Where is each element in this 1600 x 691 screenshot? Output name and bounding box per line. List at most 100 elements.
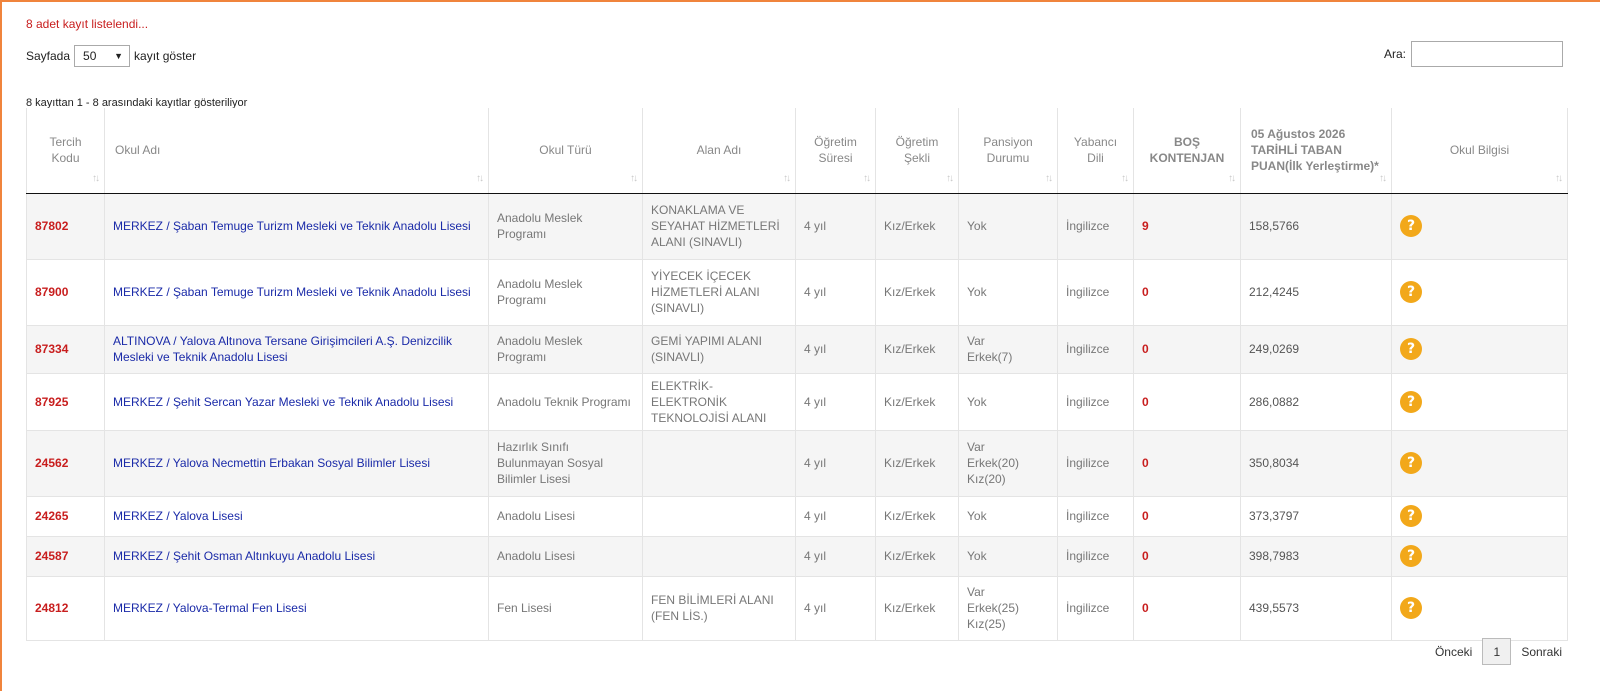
status-message: 8 adet kayıt listelendi... (26, 17, 149, 31)
cell-alan-adi: GEMİ YAPIMI ALANI (SINAVLI) (642, 325, 796, 374)
cell-okul-adi[interactable]: ALTINOVA / Yalova Altınova Tersane Giriş… (104, 325, 489, 374)
cell-yabanci-dili: İngilizce (1057, 536, 1134, 577)
cell-tercih-kodu: 24265 (26, 496, 105, 537)
cell-bos-kontenjan: 9 (1133, 193, 1241, 260)
col-header-pansiyon-durumu[interactable]: Pansiyon Durumu ↑↓ (958, 108, 1058, 194)
length-prefix: Sayfada (26, 49, 71, 63)
cell-pansiyon-durumu: Var Erkek(20) Kız(20) (958, 430, 1058, 497)
cell-taban-puan: 286,0882 (1240, 373, 1392, 431)
cell-taban-puan: 373,3797 (1240, 496, 1392, 537)
sort-icon: ↑↓ (1228, 172, 1236, 184)
cell-alan-adi (642, 536, 796, 577)
cell-okul-turu: Anadolu Lisesi (488, 496, 643, 537)
cell-okul-bilgisi: ? (1391, 576, 1568, 641)
col-header-alan-adi[interactable]: Alan Adı ↑↓ (642, 108, 796, 194)
cell-taban-puan: 398,7983 (1240, 536, 1392, 577)
col-header-tercih-kodu[interactable]: Tercih Kodu ↑↓ (26, 108, 105, 194)
question-circle-icon[interactable]: ? (1400, 390, 1422, 413)
sort-icon: ↑↓ (1379, 172, 1387, 184)
cell-ogretim-sekli: Kız/Erkek (875, 430, 959, 497)
cell-ogretim-sekli: Kız/Erkek (875, 325, 959, 374)
pager-next-button[interactable]: Sonraki (1521, 645, 1562, 659)
cell-pansiyon-durumu: Yok (958, 259, 1058, 326)
cell-ogretim-suresi: 4 yıl (795, 259, 876, 326)
cell-okul-adi[interactable]: MERKEZ / Yalova Lisesi (104, 496, 489, 537)
cell-yabanci-dili: İngilizce (1057, 259, 1134, 326)
question-circle-icon[interactable]: ? (1400, 338, 1422, 360)
cell-ogretim-suresi: 4 yıl (795, 536, 876, 577)
question-circle-icon[interactable]: ? (1400, 215, 1422, 237)
cell-okul-bilgisi: ? (1391, 259, 1568, 326)
cell-okul-adi[interactable]: MERKEZ / Şehit Osman Altınkuyu Anadolu L… (104, 536, 489, 577)
cell-okul-turu: Anadolu Meslek Programı (488, 259, 643, 326)
col-header-okul-turu[interactable]: Okul Türü ↑↓ (488, 108, 643, 194)
question-circle-icon[interactable]: ? (1400, 281, 1422, 303)
cell-taban-puan: 249,0269 (1240, 325, 1392, 374)
cell-alan-adi: FEN BİLİMLERİ ALANI (FEN LİS.) (642, 576, 796, 641)
cell-alan-adi: KONAKLAMA VE SEYAHAT HİZMETLERİ ALANI (S… (642, 193, 796, 260)
cell-bos-kontenjan: 0 (1133, 373, 1241, 431)
table-row: 24812 MERKEZ / Yalova-Termal Fen Lisesi Fe… (26, 576, 1568, 641)
cell-pansiyon-durumu: Yok (958, 193, 1058, 260)
cell-alan-adi (642, 430, 796, 497)
cell-pansiyon-durumu: Var Erkek(7) (958, 325, 1058, 374)
table-header-row: Tercih Kodu ↑↓ Okul Adı ↑↓ Okul Türü ↑↓ Ala… (26, 108, 1568, 194)
cell-okul-bilgisi: ? (1391, 193, 1568, 260)
page-length-select[interactable]: 50 ▼ (74, 45, 131, 67)
question-circle-icon[interactable]: ? (1400, 545, 1422, 567)
cell-okul-bilgisi: ? (1391, 373, 1568, 431)
col-header-taban-puan[interactable]: 05 Ağustos 2026 TARİHLİ TABAN PUAN(İlk Y… (1240, 108, 1392, 194)
col-header-ogretim-suresi[interactable]: Öğretim Süresi ↑↓ (795, 108, 876, 194)
col-header-okul-adi[interactable]: Okul Adı ↑↓ (104, 108, 489, 194)
sort-icon: ↑↓ (946, 172, 954, 184)
chevron-down-icon: ▼ (114, 51, 124, 61)
question-circle-icon[interactable]: ? (1400, 597, 1422, 619)
cell-yabanci-dili: İngilizce (1057, 430, 1134, 497)
sort-icon: ↑↓ (863, 172, 871, 184)
cell-tercih-kodu: 24562 (26, 430, 105, 497)
search-area: Ara: (1384, 41, 1563, 67)
table-row: 24587 MERKEZ / Şehit Osman Altınkuyu Anad… (26, 536, 1568, 577)
cell-yabanci-dili: İngilizce (1057, 576, 1134, 641)
cell-ogretim-suresi: 4 yıl (795, 496, 876, 537)
cell-okul-turu: Hazırlık Sınıfı Bulunmayan Sosyal Biliml… (488, 430, 643, 497)
cell-bos-kontenjan: 0 (1133, 259, 1241, 326)
col-header-okul-bilgisi[interactable]: Okul Bilgisi ↑↓ (1391, 108, 1568, 194)
cell-ogretim-sekli: Kız/Erkek (875, 373, 959, 431)
cell-alan-adi (642, 496, 796, 537)
table-row: 87802 MERKEZ / Şaban Temuge Turizm Meslek… (26, 193, 1568, 260)
cell-okul-bilgisi: ? (1391, 430, 1568, 497)
col-header-yabanci-dili[interactable]: Yabancı Dili ↑↓ (1057, 108, 1134, 194)
cell-okul-adi[interactable]: MERKEZ / Şaban Temuge Turizm Mesleki ve … (104, 193, 489, 260)
cell-okul-adi[interactable]: MERKEZ / Yalova Necmettin Erbakan Sosyal… (104, 430, 489, 497)
cell-tercih-kodu: 87802 (26, 193, 105, 260)
cell-okul-turu: Fen Lisesi (488, 576, 643, 641)
cell-bos-kontenjan: 0 (1133, 430, 1241, 497)
cell-okul-adi[interactable]: MERKEZ / Şehit Sercan Yazar Mesleki ve T… (104, 373, 489, 431)
cell-ogretim-sekli: Kız/Erkek (875, 496, 959, 537)
search-input[interactable] (1411, 41, 1563, 67)
cell-tercih-kodu: 87900 (26, 259, 105, 326)
sort-icon: ↑↓ (1555, 172, 1563, 184)
search-label: Ara: (1383, 47, 1406, 61)
col-header-bos-kontenjan[interactable]: BOŞ KONTENJAN ↑↓ (1133, 108, 1241, 194)
col-header-ogretim-sekli[interactable]: Öğretim Şekli ↑↓ (875, 108, 959, 194)
cell-bos-kontenjan: 0 (1133, 536, 1241, 577)
cell-okul-adi[interactable]: MERKEZ / Şaban Temuge Turizm Mesleki ve … (104, 259, 489, 326)
page-frame: 8 adet kayıt listelendi... Sayfada 50 ▼ … (0, 0, 1600, 691)
cell-bos-kontenjan: 0 (1133, 576, 1241, 641)
cell-ogretim-suresi: 4 yıl (795, 430, 876, 497)
sort-icon: ↑↓ (476, 172, 484, 184)
cell-bos-kontenjan: 0 (1133, 325, 1241, 374)
pager-prev-button[interactable]: Önceki (1435, 645, 1472, 659)
cell-taban-puan: 212,4245 (1240, 259, 1392, 326)
cell-alan-adi: ELEKTRİK-ELEKTRONİK TEKNOLOJİSİ ALANI (642, 373, 796, 431)
table-row: 87925 MERKEZ / Şehit Sercan Yazar Mesleki… (26, 373, 1568, 431)
pager-page-1-button[interactable]: 1 (1482, 638, 1512, 665)
cell-tercih-kodu: 87925 (26, 373, 105, 431)
cell-okul-bilgisi: ? (1391, 325, 1568, 374)
question-circle-icon[interactable]: ? (1400, 505, 1422, 527)
cell-okul-adi[interactable]: MERKEZ / Yalova-Termal Fen Lisesi (104, 576, 489, 641)
cell-okul-turu: Anadolu Meslek Programı (488, 325, 643, 374)
question-circle-icon[interactable]: ? (1400, 452, 1422, 474)
